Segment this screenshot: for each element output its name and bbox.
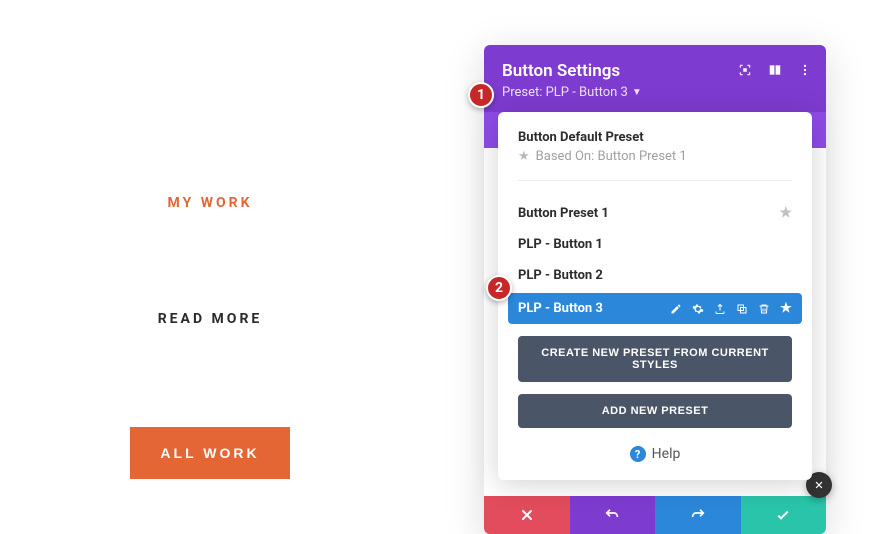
- cancel-button[interactable]: [484, 496, 570, 534]
- all-work-button[interactable]: ALL WORK: [130, 427, 289, 479]
- close-icon: [519, 507, 535, 523]
- preset-item-label: Button Preset 1: [518, 206, 609, 221]
- read-more-link[interactable]: READ MORE: [158, 311, 263, 327]
- preset-item-3[interactable]: PLP - Button 2: [518, 260, 792, 291]
- create-preset-button[interactable]: CREATE NEW PRESET FROM CURRENT STYLES: [518, 336, 792, 382]
- add-preset-button[interactable]: ADD NEW PRESET: [518, 394, 792, 428]
- redo-icon: [690, 507, 706, 523]
- confirm-button[interactable]: [741, 496, 827, 534]
- default-preset-label[interactable]: Button Default Preset: [518, 130, 792, 145]
- star-icon[interactable]: ★: [780, 303, 792, 315]
- annotation-marker-2: 2: [486, 275, 512, 301]
- undo-button[interactable]: [570, 496, 656, 534]
- gear-icon[interactable]: [692, 303, 704, 315]
- preset-item-label: PLP - Button 3: [518, 301, 603, 316]
- copy-icon[interactable]: [736, 303, 748, 315]
- preset-item-label: PLP - Button 2: [518, 268, 603, 283]
- selected-item-actions: ★: [670, 303, 792, 315]
- preset-item-selected[interactable]: PLP - Button 3 ★: [508, 293, 802, 324]
- redo-button[interactable]: [655, 496, 741, 534]
- divider: [518, 180, 792, 181]
- preset-dropdown-menu: Button Default Preset ★ Based On: Button…: [498, 112, 812, 480]
- star-icon: ★: [518, 149, 530, 164]
- help-icon: ?: [630, 446, 646, 462]
- panel-footer-actions: [484, 496, 826, 534]
- based-on-text: Based On: Button Preset 1: [536, 149, 687, 164]
- check-icon: [775, 507, 791, 523]
- more-vertical-icon[interactable]: [798, 63, 812, 77]
- undo-icon: [604, 507, 620, 523]
- caret-down-icon: ▼: [632, 87, 642, 98]
- trash-icon[interactable]: [758, 303, 770, 315]
- settings-panel: Button Settings Preset: PLP - Button 3 ▼…: [484, 45, 826, 534]
- edit-icon[interactable]: [670, 303, 682, 315]
- preset-current-label: Preset: PLP - Button 3: [502, 85, 628, 100]
- columns-icon[interactable]: [768, 63, 782, 77]
- annotation-marker-1: 1: [468, 82, 494, 108]
- preset-item-label: PLP - Button 1: [518, 237, 603, 252]
- panel-header: Button Settings Preset: PLP - Button 3 ▼: [484, 45, 826, 112]
- based-on-line: ★ Based On: Button Preset 1: [518, 149, 792, 164]
- export-icon[interactable]: [714, 303, 726, 315]
- preset-item-1[interactable]: Button Preset 1 ★: [518, 197, 792, 229]
- page-left-column: MY WORK READ MORE ALL WORK: [0, 0, 420, 534]
- header-icon-group: [738, 63, 812, 77]
- help-text: Help: [652, 446, 681, 462]
- preset-item-2[interactable]: PLP - Button 1: [518, 229, 792, 260]
- star-icon[interactable]: ★: [779, 205, 792, 221]
- my-work-heading: MY WORK: [168, 195, 253, 211]
- preset-dropdown-toggle[interactable]: Preset: PLP - Button 3 ▼: [502, 85, 808, 100]
- focus-icon[interactable]: [738, 63, 752, 77]
- help-link[interactable]: ? Help: [518, 446, 792, 462]
